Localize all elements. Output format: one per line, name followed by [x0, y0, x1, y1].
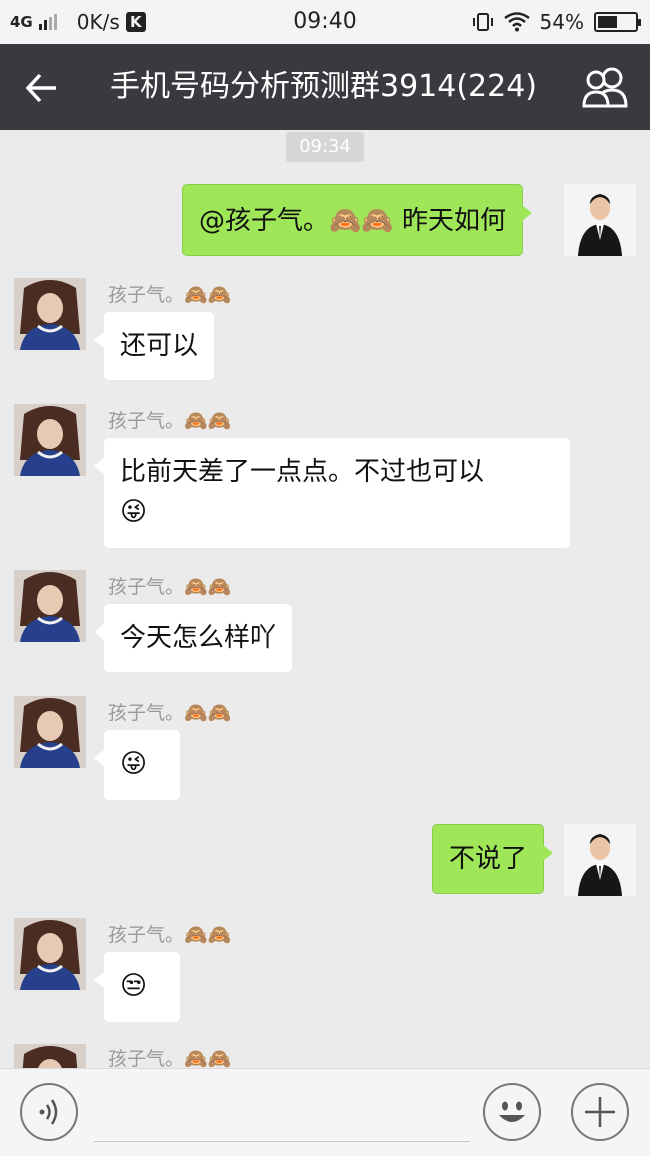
- message-text: 比前天差了一点点。不过也可以: [120, 457, 485, 487]
- incoming-message-bubble[interactable]: 今天怎么样吖: [93, 604, 293, 672]
- plus-icon: [585, 1097, 615, 1127]
- incoming-message-bubble[interactable]: 😜: [94, 730, 180, 800]
- status-right: 54%: [472, 10, 641, 34]
- status-bar: 4G 0K/s K 09:40 54%: [0, 0, 650, 44]
- chat-title: 手机号码分析预测群3914(224): [110, 69, 538, 104]
- more-button[interactable]: [571, 1083, 629, 1141]
- wink-tongue-emoji: 😜: [120, 749, 148, 779]
- vibrate-icon: [472, 13, 493, 31]
- contact-avatar[interactable]: [14, 404, 86, 476]
- incoming-message-bubble[interactable]: 还可以: [93, 312, 215, 380]
- message-text: 不说了: [449, 844, 528, 874]
- outgoing-message-bubble[interactable]: 不说了: [432, 824, 554, 894]
- contact-avatar[interactable]: [14, 278, 86, 350]
- sender-name: 孩子气。🙈🙈: [108, 284, 232, 306]
- input-bar: [0, 1068, 650, 1156]
- girl-avatar-icon: [14, 570, 86, 642]
- sender-name: 孩子气。🙈🙈: [108, 702, 232, 724]
- battery-percent: 54%: [539, 10, 584, 34]
- wink-tongue-emoji: 😜: [120, 497, 148, 527]
- message-input[interactable]: [94, 1141, 470, 1142]
- sender-name: 孩子气。🙈🙈: [108, 576, 232, 598]
- title-bar: 手机号码分析预测群3914(224): [0, 44, 650, 130]
- man-in-suit-avatar-icon: [564, 824, 636, 896]
- message-timestamp: 09:34: [286, 132, 364, 162]
- message-text: @孩子气。🙈🙈 昨天如何: [199, 206, 507, 236]
- girl-avatar-icon: [14, 696, 86, 768]
- contact-avatar[interactable]: [14, 696, 86, 768]
- incoming-message-bubble[interactable]: 😒: [94, 952, 180, 1022]
- girl-avatar-icon: [14, 278, 86, 350]
- my-avatar[interactable]: [564, 184, 636, 256]
- group-members-icon[interactable]: [580, 66, 632, 110]
- sender-name: 孩子气。🙈🙈: [108, 410, 232, 432]
- battery-icon: [594, 12, 641, 32]
- battery-fill: [598, 16, 617, 28]
- sender-name: 孩子气。🙈🙈: [108, 924, 232, 946]
- message-text: 还可以: [120, 331, 199, 361]
- message-text: 今天怎么样吖: [120, 623, 277, 653]
- smiley-icon: [499, 1101, 525, 1122]
- contact-avatar[interactable]: [14, 918, 86, 990]
- emoji-button[interactable]: [483, 1083, 541, 1141]
- girl-avatar-icon: [14, 1044, 86, 1068]
- my-avatar[interactable]: [564, 824, 636, 896]
- wifi-icon: [503, 12, 530, 32]
- voice-icon: [39, 1099, 58, 1125]
- incoming-message-bubble[interactable]: 比前天差了一点点。不过也可以 😜: [94, 438, 570, 548]
- girl-avatar-icon: [14, 404, 86, 476]
- voice-button[interactable]: [20, 1083, 78, 1141]
- girl-avatar-icon: [14, 918, 86, 990]
- outgoing-message-bubble[interactable]: @孩子气。🙈🙈 昨天如何: [182, 184, 533, 256]
- contact-avatar[interactable]: [14, 570, 86, 642]
- back-arrow-icon[interactable]: [22, 68, 62, 108]
- man-in-suit-avatar-icon: [564, 184, 636, 256]
- unamused-emoji: 😒: [120, 971, 148, 1001]
- contact-avatar[interactable]: [14, 1044, 86, 1068]
